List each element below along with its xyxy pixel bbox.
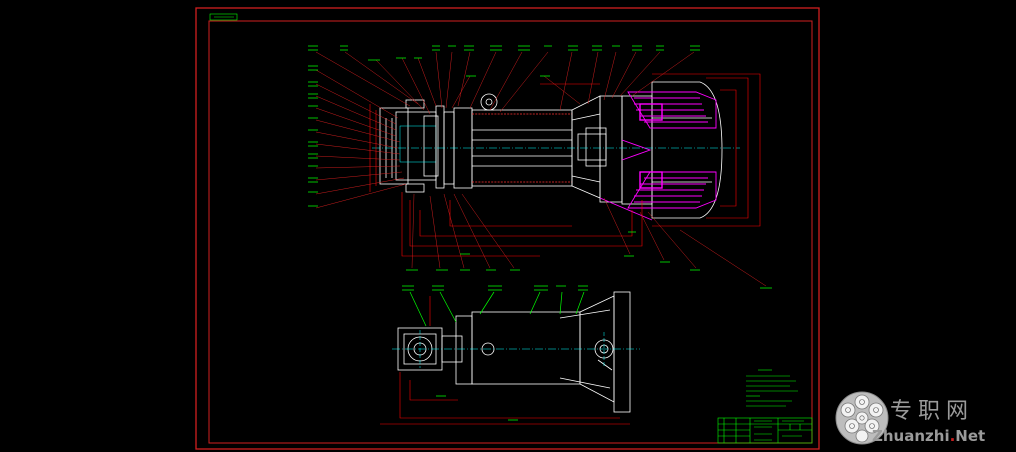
drawing-number-box	[209, 13, 238, 21]
main-section-view	[372, 81, 740, 221]
title-block	[717, 417, 813, 444]
watermark-tld: Net	[955, 427, 986, 445]
plan-view	[380, 291, 640, 425]
cad-drawing-sheet	[195, 7, 820, 450]
tapered-flange	[571, 95, 623, 203]
hatch-region	[599, 91, 717, 221]
annotation-labels	[308, 45, 772, 291]
watermark-chinese-text: 专职网	[890, 399, 975, 424]
watermark-brand: Zhuanzhi	[872, 427, 950, 445]
technical-notes	[746, 369, 798, 407]
left-gearbox	[379, 99, 473, 193]
main-dimensions	[369, 73, 761, 257]
motor-cylinder	[471, 93, 573, 187]
spindle-head	[621, 81, 723, 219]
watermark-url-text: Zhuanzhi.Net	[872, 427, 985, 445]
leader-lines	[315, 51, 767, 287]
